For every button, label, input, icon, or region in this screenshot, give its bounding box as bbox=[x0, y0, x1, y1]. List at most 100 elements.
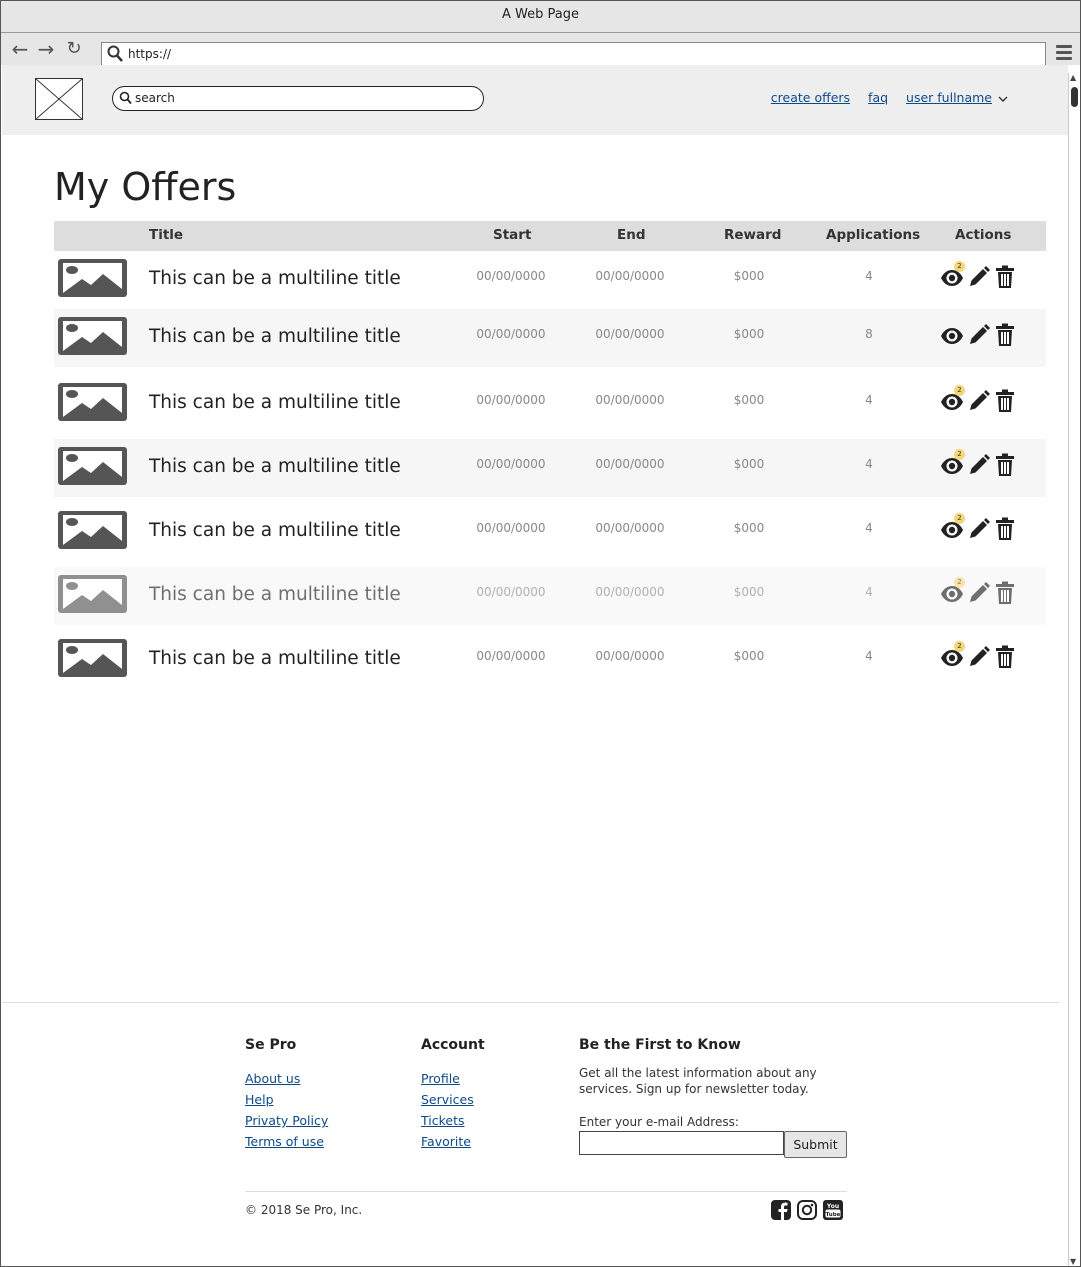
offer-title[interactable]: This can be a multiline title bbox=[149, 520, 401, 541]
offer-end-date: 00/00/0000 bbox=[595, 269, 665, 283]
footer-heading: Account bbox=[421, 1037, 485, 1053]
row-actions: 2 bbox=[940, 513, 1020, 545]
delete-icon[interactable] bbox=[994, 453, 1018, 479]
footer-link-privacy[interactable]: Privaty Policy bbox=[245, 1113, 328, 1128]
edit-icon[interactable] bbox=[967, 517, 991, 543]
view-icon[interactable] bbox=[940, 323, 964, 349]
offer-title[interactable]: This can be a multiline title bbox=[149, 268, 401, 289]
offer-start-date: 00/00/0000 bbox=[476, 649, 546, 663]
row-actions: 2 bbox=[940, 449, 1020, 481]
notification-badge: 2 bbox=[954, 385, 965, 396]
offers-table: Title Start End Reward Applications Acti… bbox=[54, 221, 1046, 721]
column-header-end: End bbox=[617, 227, 646, 243]
offer-title[interactable]: This can be a multiline title bbox=[149, 392, 401, 413]
view-icon[interactable]: 2 bbox=[940, 261, 965, 291]
offer-end-date: 00/00/0000 bbox=[595, 327, 665, 341]
offer-applications: 4 bbox=[865, 649, 873, 663]
view-icon[interactable]: 2 bbox=[940, 577, 965, 607]
search-icon bbox=[119, 91, 132, 105]
table-body: This can be a multiline title 00/00/0000 0… bbox=[54, 251, 1046, 721]
delete-icon[interactable] bbox=[994, 265, 1018, 291]
image-placeholder-icon bbox=[58, 383, 127, 421]
table-row: This can be a multiline title 00/00/0000 0… bbox=[54, 567, 1046, 625]
delete-icon[interactable] bbox=[994, 389, 1018, 415]
scroll-thumb[interactable] bbox=[1071, 87, 1078, 107]
column-header-applications: Applications bbox=[826, 227, 921, 243]
footer-divider bbox=[245, 1191, 847, 1192]
scroll-down-icon[interactable]: ▼ bbox=[1070, 1257, 1076, 1266]
offer-applications: 4 bbox=[865, 457, 873, 471]
offer-applications: 4 bbox=[865, 585, 873, 599]
youtube-icon[interactable]: You Tube bbox=[822, 1199, 844, 1221]
edit-icon[interactable] bbox=[967, 389, 991, 415]
table-row: This can be a multiline title 00/00/0000 0… bbox=[54, 375, 1046, 433]
edit-icon[interactable] bbox=[967, 645, 991, 671]
window-title: A Web Page bbox=[502, 7, 579, 22]
footer-col-company: Se Pro About us Help Privaty Policy Term… bbox=[245, 1037, 328, 1155]
newsletter-text: Get all the latest information about any… bbox=[579, 1066, 817, 1096]
logo[interactable] bbox=[35, 78, 83, 120]
footer-link-favorite[interactable]: Favorite bbox=[421, 1134, 485, 1149]
offer-title[interactable]: This can be a multiline title bbox=[149, 456, 401, 477]
row-actions: 2 bbox=[940, 261, 1020, 293]
delete-icon[interactable] bbox=[994, 323, 1018, 349]
instagram-icon[interactable] bbox=[796, 1199, 818, 1221]
submit-button[interactable]: Submit bbox=[784, 1131, 847, 1158]
footer-link-about[interactable]: About us bbox=[245, 1071, 328, 1086]
row-actions: 2 bbox=[940, 577, 1020, 609]
facebook-icon[interactable] bbox=[770, 1199, 792, 1221]
url-text: https:// bbox=[128, 47, 172, 61]
offer-title[interactable]: This can be a multiline title bbox=[149, 584, 401, 605]
offer-start-date: 00/00/0000 bbox=[476, 393, 546, 407]
url-bar[interactable]: https:// bbox=[101, 42, 1046, 66]
create-offers-link[interactable]: create offers bbox=[771, 90, 850, 105]
image-placeholder-icon bbox=[58, 639, 127, 677]
edit-icon[interactable] bbox=[967, 265, 991, 291]
table-row: This can be a multiline title 00/00/0000 0… bbox=[54, 503, 1046, 561]
notification-badge: 2 bbox=[954, 513, 965, 524]
footer-link-services[interactable]: Services bbox=[421, 1092, 485, 1107]
delete-icon[interactable] bbox=[994, 517, 1018, 543]
email-label: Enter your e-mail Address: bbox=[579, 1115, 739, 1129]
offer-start-date: 00/00/0000 bbox=[476, 457, 546, 471]
faq-link[interactable]: faq bbox=[868, 90, 888, 105]
svg-text:Tube: Tube bbox=[826, 1212, 841, 1218]
delete-icon[interactable] bbox=[994, 581, 1018, 607]
footer-newsletter: Be the First to Know Get all the latest … bbox=[579, 1037, 849, 1167]
footer-link-tickets[interactable]: Tickets bbox=[421, 1113, 485, 1128]
email-field[interactable] bbox=[579, 1131, 784, 1155]
search-placeholder: search bbox=[135, 91, 175, 105]
view-icon[interactable]: 2 bbox=[940, 641, 965, 671]
offer-title[interactable]: This can be a multiline title bbox=[149, 648, 401, 669]
scroll-up-icon[interactable]: ▲ bbox=[1070, 73, 1076, 82]
footer-link-help[interactable]: Help bbox=[245, 1092, 328, 1107]
scrollbar[interactable]: ▲ ▼ bbox=[1068, 73, 1080, 1266]
edit-icon[interactable] bbox=[967, 453, 991, 479]
edit-icon[interactable] bbox=[967, 581, 991, 607]
column-header-start: Start bbox=[493, 227, 532, 243]
reload-icon[interactable]: ↻ bbox=[63, 39, 85, 61]
user-menu-link[interactable]: user fullname bbox=[906, 90, 992, 105]
image-placeholder-icon bbox=[58, 511, 127, 549]
view-icon[interactable]: 2 bbox=[940, 449, 965, 479]
logo-placeholder-icon bbox=[35, 78, 83, 120]
browser-window: A Web Page ← → ↻ https:// ▲ ▼ search cre… bbox=[0, 0, 1081, 1267]
search-input[interactable]: search bbox=[112, 86, 484, 111]
offer-end-date: 00/00/0000 bbox=[595, 649, 665, 663]
menu-icon[interactable] bbox=[1056, 45, 1072, 61]
back-arrow-icon[interactable]: ← bbox=[9, 39, 31, 61]
notification-badge: 2 bbox=[954, 449, 965, 460]
table-row: This can be a multiline title 00/00/0000 0… bbox=[54, 439, 1046, 497]
delete-icon[interactable] bbox=[994, 645, 1018, 671]
view-icon[interactable]: 2 bbox=[940, 385, 965, 415]
chevron-down-icon[interactable] bbox=[998, 95, 1008, 103]
table-row: This can be a multiline title 00/00/0000 0… bbox=[54, 309, 1046, 367]
offer-title[interactable]: This can be a multiline title bbox=[149, 326, 401, 347]
forward-arrow-icon[interactable]: → bbox=[35, 39, 57, 61]
copyright: © 2018 Se Pro, Inc. bbox=[245, 1203, 363, 1217]
edit-icon[interactable] bbox=[967, 323, 991, 349]
view-icon[interactable]: 2 bbox=[940, 513, 965, 543]
footer-link-terms[interactable]: Terms of use bbox=[245, 1134, 328, 1149]
footer-link-profile[interactable]: Profile bbox=[421, 1071, 485, 1086]
column-header-title: Title bbox=[149, 227, 184, 243]
